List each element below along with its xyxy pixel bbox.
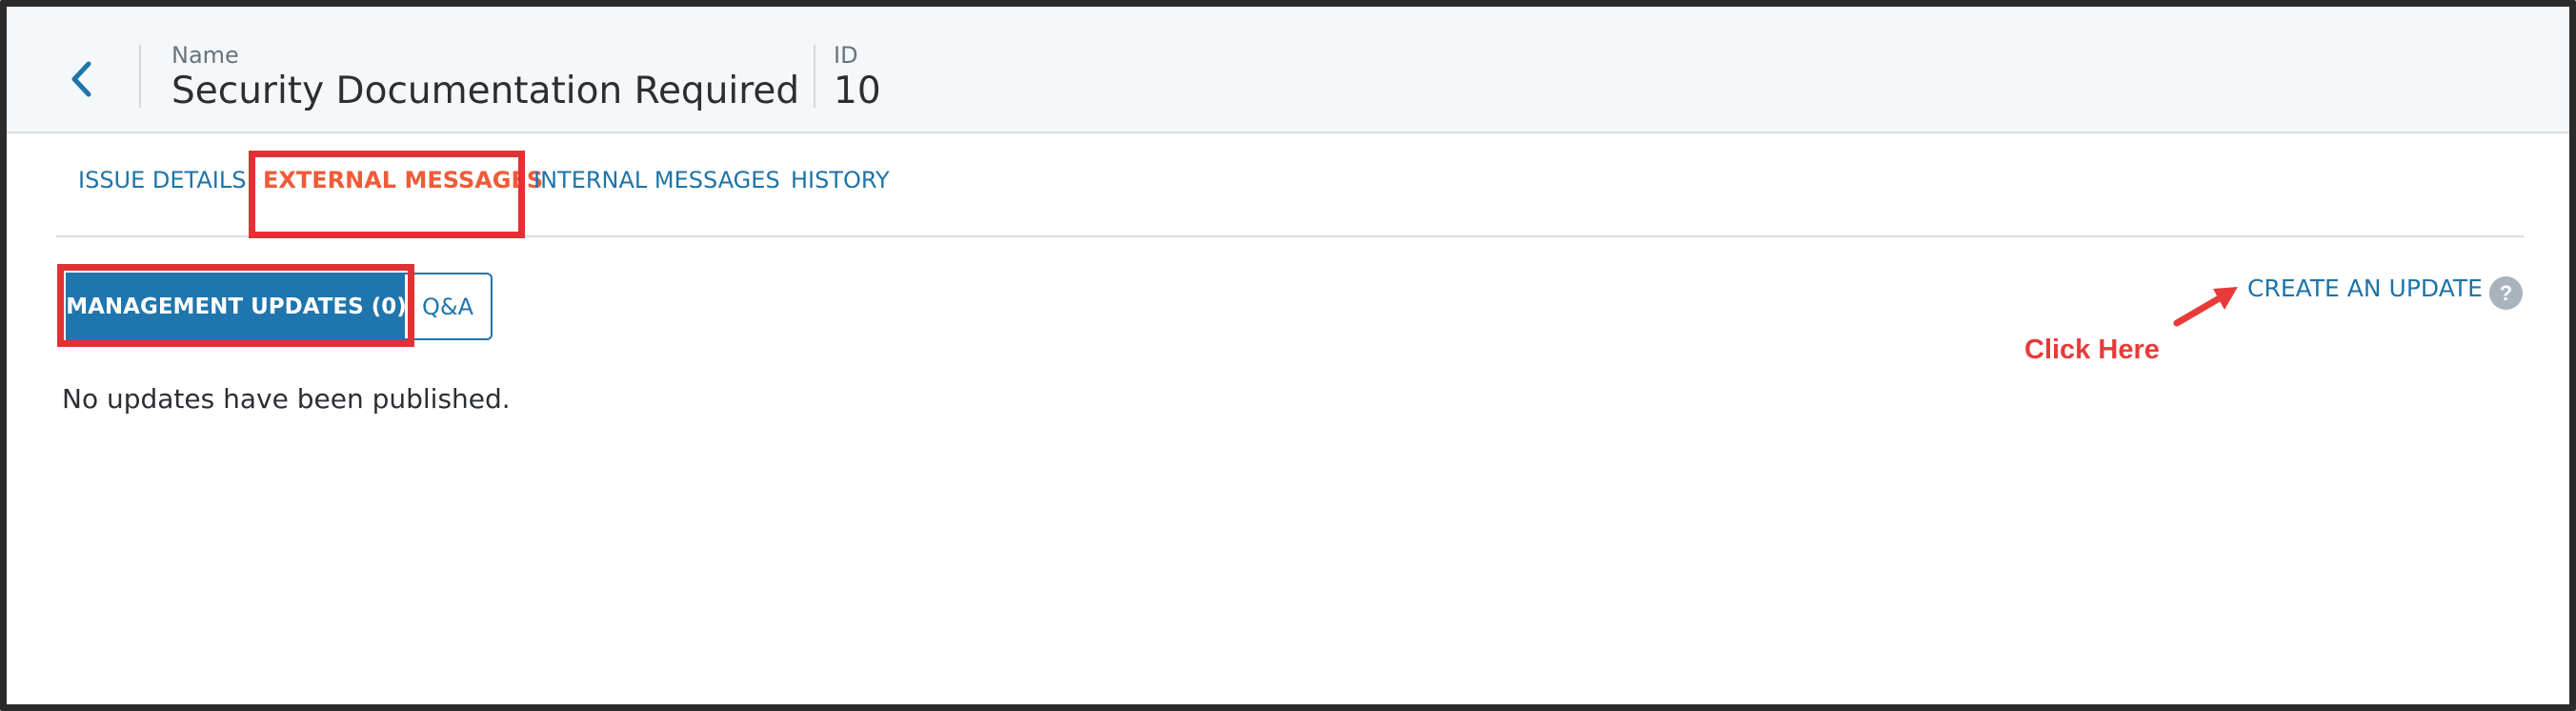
help-icon[interactable]: ? (2489, 276, 2523, 310)
header-divider (814, 45, 815, 108)
create-update-link[interactable]: CREATE AN UPDATE (2247, 274, 2483, 302)
subtab-highlight-box (57, 264, 414, 347)
header-divider (139, 45, 141, 108)
tab-highlight-box (249, 151, 525, 238)
issue-name: Security Documentation Required (171, 70, 800, 112)
back-button[interactable] (62, 52, 100, 106)
id-label: ID (834, 42, 858, 69)
issue-header: Name Security Documentation Required ID … (7, 7, 2569, 133)
issue-id: 10 (834, 70, 881, 112)
tab-issue-details[interactable]: ISSUE DETAILS (78, 167, 246, 193)
annotation-arrow-icon (2173, 287, 2238, 327)
tab-internal-messages[interactable]: INTERNAL MESSAGES (533, 167, 780, 193)
back-chevron-icon (71, 61, 91, 97)
tab-history[interactable]: HISTORY (791, 167, 890, 193)
annotation-label: Click Here (2024, 335, 2160, 365)
app-window: Name Security Documentation Required ID … (0, 0, 2576, 711)
empty-state-message: No updates have been published. (62, 383, 511, 415)
name-label: Name (171, 42, 239, 69)
qa-button[interactable]: Q&A (405, 273, 493, 340)
